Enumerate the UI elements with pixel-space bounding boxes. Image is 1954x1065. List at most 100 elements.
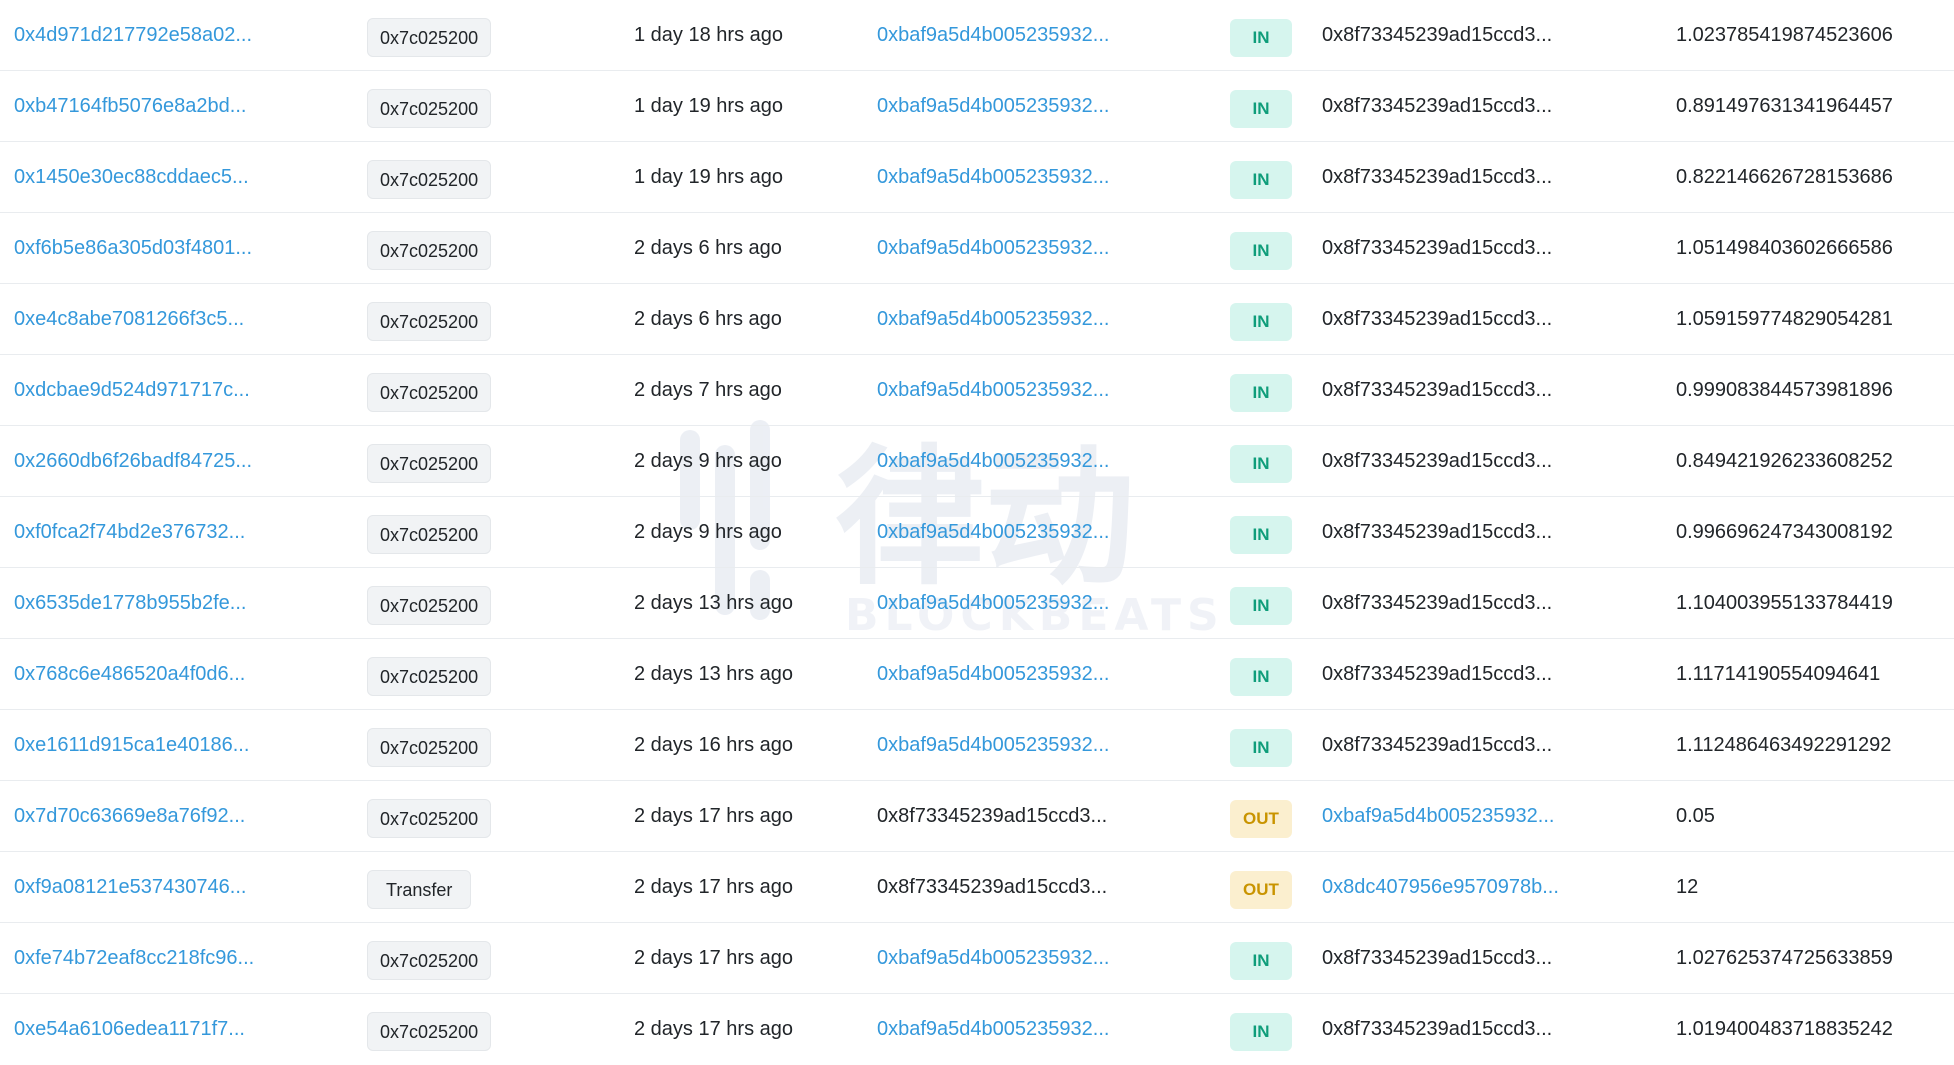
direction-cell: IN (1230, 142, 1292, 213)
table-row: 0xe4c8abe7081266f3c5... 0x7c025200 2 days … (0, 284, 1954, 355)
direction-cell: OUT (1230, 781, 1292, 852)
method-badge: 0x7c025200 (367, 373, 492, 412)
method-cell: Transfer (367, 852, 567, 923)
value-text: 12 (1676, 876, 1699, 898)
age-text: 2 days 9 hrs ago (634, 521, 782, 543)
value-text: 0.996696247343008192 (1676, 521, 1893, 543)
from-address[interactable]: 0xbaf9a5d4b005235932... (877, 497, 1127, 568)
age-text: 2 days 6 hrs ago (634, 308, 782, 330)
value-text: 0.05 (1676, 805, 1715, 827)
to-address: 0x8f73345239ad15ccd3... (1322, 1018, 1553, 1040)
txn-hash-link[interactable]: 0x768c6e486520a4f0d6... (14, 639, 276, 710)
txn-hash-link[interactable]: 0xfe74b72eaf8cc218fc96... (14, 923, 276, 994)
direction-cell: OUT (1230, 852, 1292, 923)
from-address[interactable]: 0xbaf9a5d4b005235932... (877, 568, 1127, 639)
method-cell: 0x7c025200 (367, 142, 567, 213)
from-address: 0x8f73345239ad15ccd3... (877, 876, 1108, 898)
txn-hash-link[interactable]: 0xf0fca2f74bd2e376732... (14, 497, 276, 568)
method-cell: 0x7c025200 (367, 710, 567, 781)
method-badge: 0x7c025200 (367, 302, 492, 341)
method-badge: Transfer (367, 870, 472, 909)
method-cell: 0x7c025200 (367, 497, 567, 568)
direction-cell: IN (1230, 284, 1292, 355)
age-text: 2 days 9 hrs ago (634, 450, 782, 472)
from-address[interactable]: 0xbaf9a5d4b005235932... (877, 994, 1127, 1065)
txn-hash-link[interactable]: 0x2660db6f26badf84725... (14, 426, 276, 497)
txn-hash-link[interactable]: 0x4d971d217792e58a02... (14, 0, 276, 71)
direction-badge: IN (1230, 444, 1292, 483)
age-text: 2 days 6 hrs ago (634, 237, 782, 259)
table-row: 0xe1611d915ca1e40186... 0x7c025200 2 days … (0, 710, 1954, 781)
age-text: 2 days 17 hrs ago (634, 876, 793, 898)
txn-hash-link[interactable]: 0xf6b5e86a305d03f4801... (14, 213, 276, 284)
value-text: 0.999083844573981896 (1676, 379, 1893, 401)
direction-badge: IN (1230, 160, 1292, 199)
from-address: 0x8f73345239ad15ccd3... (877, 805, 1108, 827)
age-text: 2 days 13 hrs ago (634, 663, 793, 685)
direction-badge: OUT (1230, 870, 1292, 909)
from-address[interactable]: 0xbaf9a5d4b005235932... (877, 71, 1127, 142)
age-text: 2 days 17 hrs ago (634, 947, 793, 969)
from-address[interactable]: 0xbaf9a5d4b005235932... (877, 213, 1127, 284)
value-text: 1.023785419874523606 (1676, 24, 1893, 46)
txn-hash-link[interactable]: 0xe4c8abe7081266f3c5... (14, 284, 276, 355)
direction-badge: IN (1230, 586, 1292, 625)
from-address[interactable]: 0xbaf9a5d4b005235932... (877, 639, 1127, 710)
value-text: 1.051498403602666586 (1676, 237, 1893, 259)
direction-badge: IN (1230, 941, 1292, 980)
age-text: 2 days 16 hrs ago (634, 734, 793, 756)
age-text: 2 days 17 hrs ago (634, 1018, 793, 1040)
from-address[interactable]: 0xbaf9a5d4b005235932... (877, 0, 1127, 71)
direction-badge: IN (1230, 373, 1292, 412)
value-text: 1.112486463492291292 (1676, 734, 1892, 756)
txn-hash-link[interactable]: 0xe1611d915ca1e40186... (14, 710, 276, 781)
value-text: 0.822146626728153686 (1676, 166, 1893, 188)
from-address[interactable]: 0xbaf9a5d4b005235932... (877, 426, 1127, 497)
txn-hash-link[interactable]: 0xdcbae9d524d971717c... (14, 355, 276, 426)
age-text: 1 day 19 hrs ago (634, 95, 783, 117)
txn-hash-link[interactable]: 0xf9a08121e537430746... (14, 852, 276, 923)
txn-hash-link[interactable]: 0xe54a6106edea1171f7... (14, 994, 276, 1065)
method-badge: 0x7c025200 (367, 444, 492, 483)
age-text: 2 days 13 hrs ago (634, 592, 793, 614)
table-row: 0x1450e30ec88cddaec5... 0x7c025200 1 day 1… (0, 142, 1954, 213)
to-address: 0x8f73345239ad15ccd3... (1322, 592, 1553, 614)
from-address[interactable]: 0xbaf9a5d4b005235932... (877, 142, 1127, 213)
direction-badge: IN (1230, 18, 1292, 57)
table-row: 0x7d70c63669e8a76f92... 0x7c025200 2 days … (0, 781, 1954, 852)
age-text: 1 day 18 hrs ago (634, 24, 783, 46)
method-cell: 0x7c025200 (367, 284, 567, 355)
method-cell: 0x7c025200 (367, 994, 567, 1065)
from-address[interactable]: 0xbaf9a5d4b005235932... (877, 923, 1127, 994)
txn-hash-link[interactable]: 0x6535de1778b955b2fe... (14, 568, 276, 639)
direction-badge: IN (1230, 515, 1292, 554)
to-address: 0x8f73345239ad15ccd3... (1322, 237, 1553, 259)
method-badge: 0x7c025200 (367, 586, 492, 625)
from-address[interactable]: 0xbaf9a5d4b005235932... (877, 355, 1127, 426)
to-address: 0x8f73345239ad15ccd3... (1322, 379, 1553, 401)
direction-cell: IN (1230, 213, 1292, 284)
from-address[interactable]: 0xbaf9a5d4b005235932... (877, 284, 1127, 355)
table-row: 0x768c6e486520a4f0d6... 0x7c025200 2 days … (0, 639, 1954, 710)
txn-hash-link[interactable]: 0x7d70c63669e8a76f92... (14, 781, 276, 852)
to-address[interactable]: 0xbaf9a5d4b005235932... (1322, 781, 1572, 852)
direction-cell: IN (1230, 568, 1292, 639)
method-badge: 0x7c025200 (367, 160, 492, 199)
txn-hash-link[interactable]: 0x1450e30ec88cddaec5... (14, 142, 276, 213)
table-row: 0x2660db6f26badf84725... 0x7c025200 2 days… (0, 426, 1954, 497)
method-cell: 0x7c025200 (367, 568, 567, 639)
to-address: 0x8f73345239ad15ccd3... (1322, 166, 1553, 188)
to-address: 0x8f73345239ad15ccd3... (1322, 734, 1553, 756)
direction-cell: IN (1230, 355, 1292, 426)
direction-badge: IN (1230, 302, 1292, 341)
from-address[interactable]: 0xbaf9a5d4b005235932... (877, 710, 1127, 781)
table-row: 0xe54a6106edea1171f7... 0x7c025200 2 days … (0, 994, 1954, 1065)
direction-badge: IN (1230, 89, 1292, 128)
to-address: 0x8f73345239ad15ccd3... (1322, 947, 1553, 969)
method-badge: 0x7c025200 (367, 941, 492, 980)
to-address: 0x8f73345239ad15ccd3... (1322, 663, 1553, 685)
direction-badge: OUT (1230, 799, 1292, 838)
txn-hash-link[interactable]: 0xb47164fb5076e8a2bd... (14, 71, 276, 142)
method-cell: 0x7c025200 (367, 0, 567, 71)
to-address[interactable]: 0x8dc407956e9570978b... (1322, 852, 1572, 923)
